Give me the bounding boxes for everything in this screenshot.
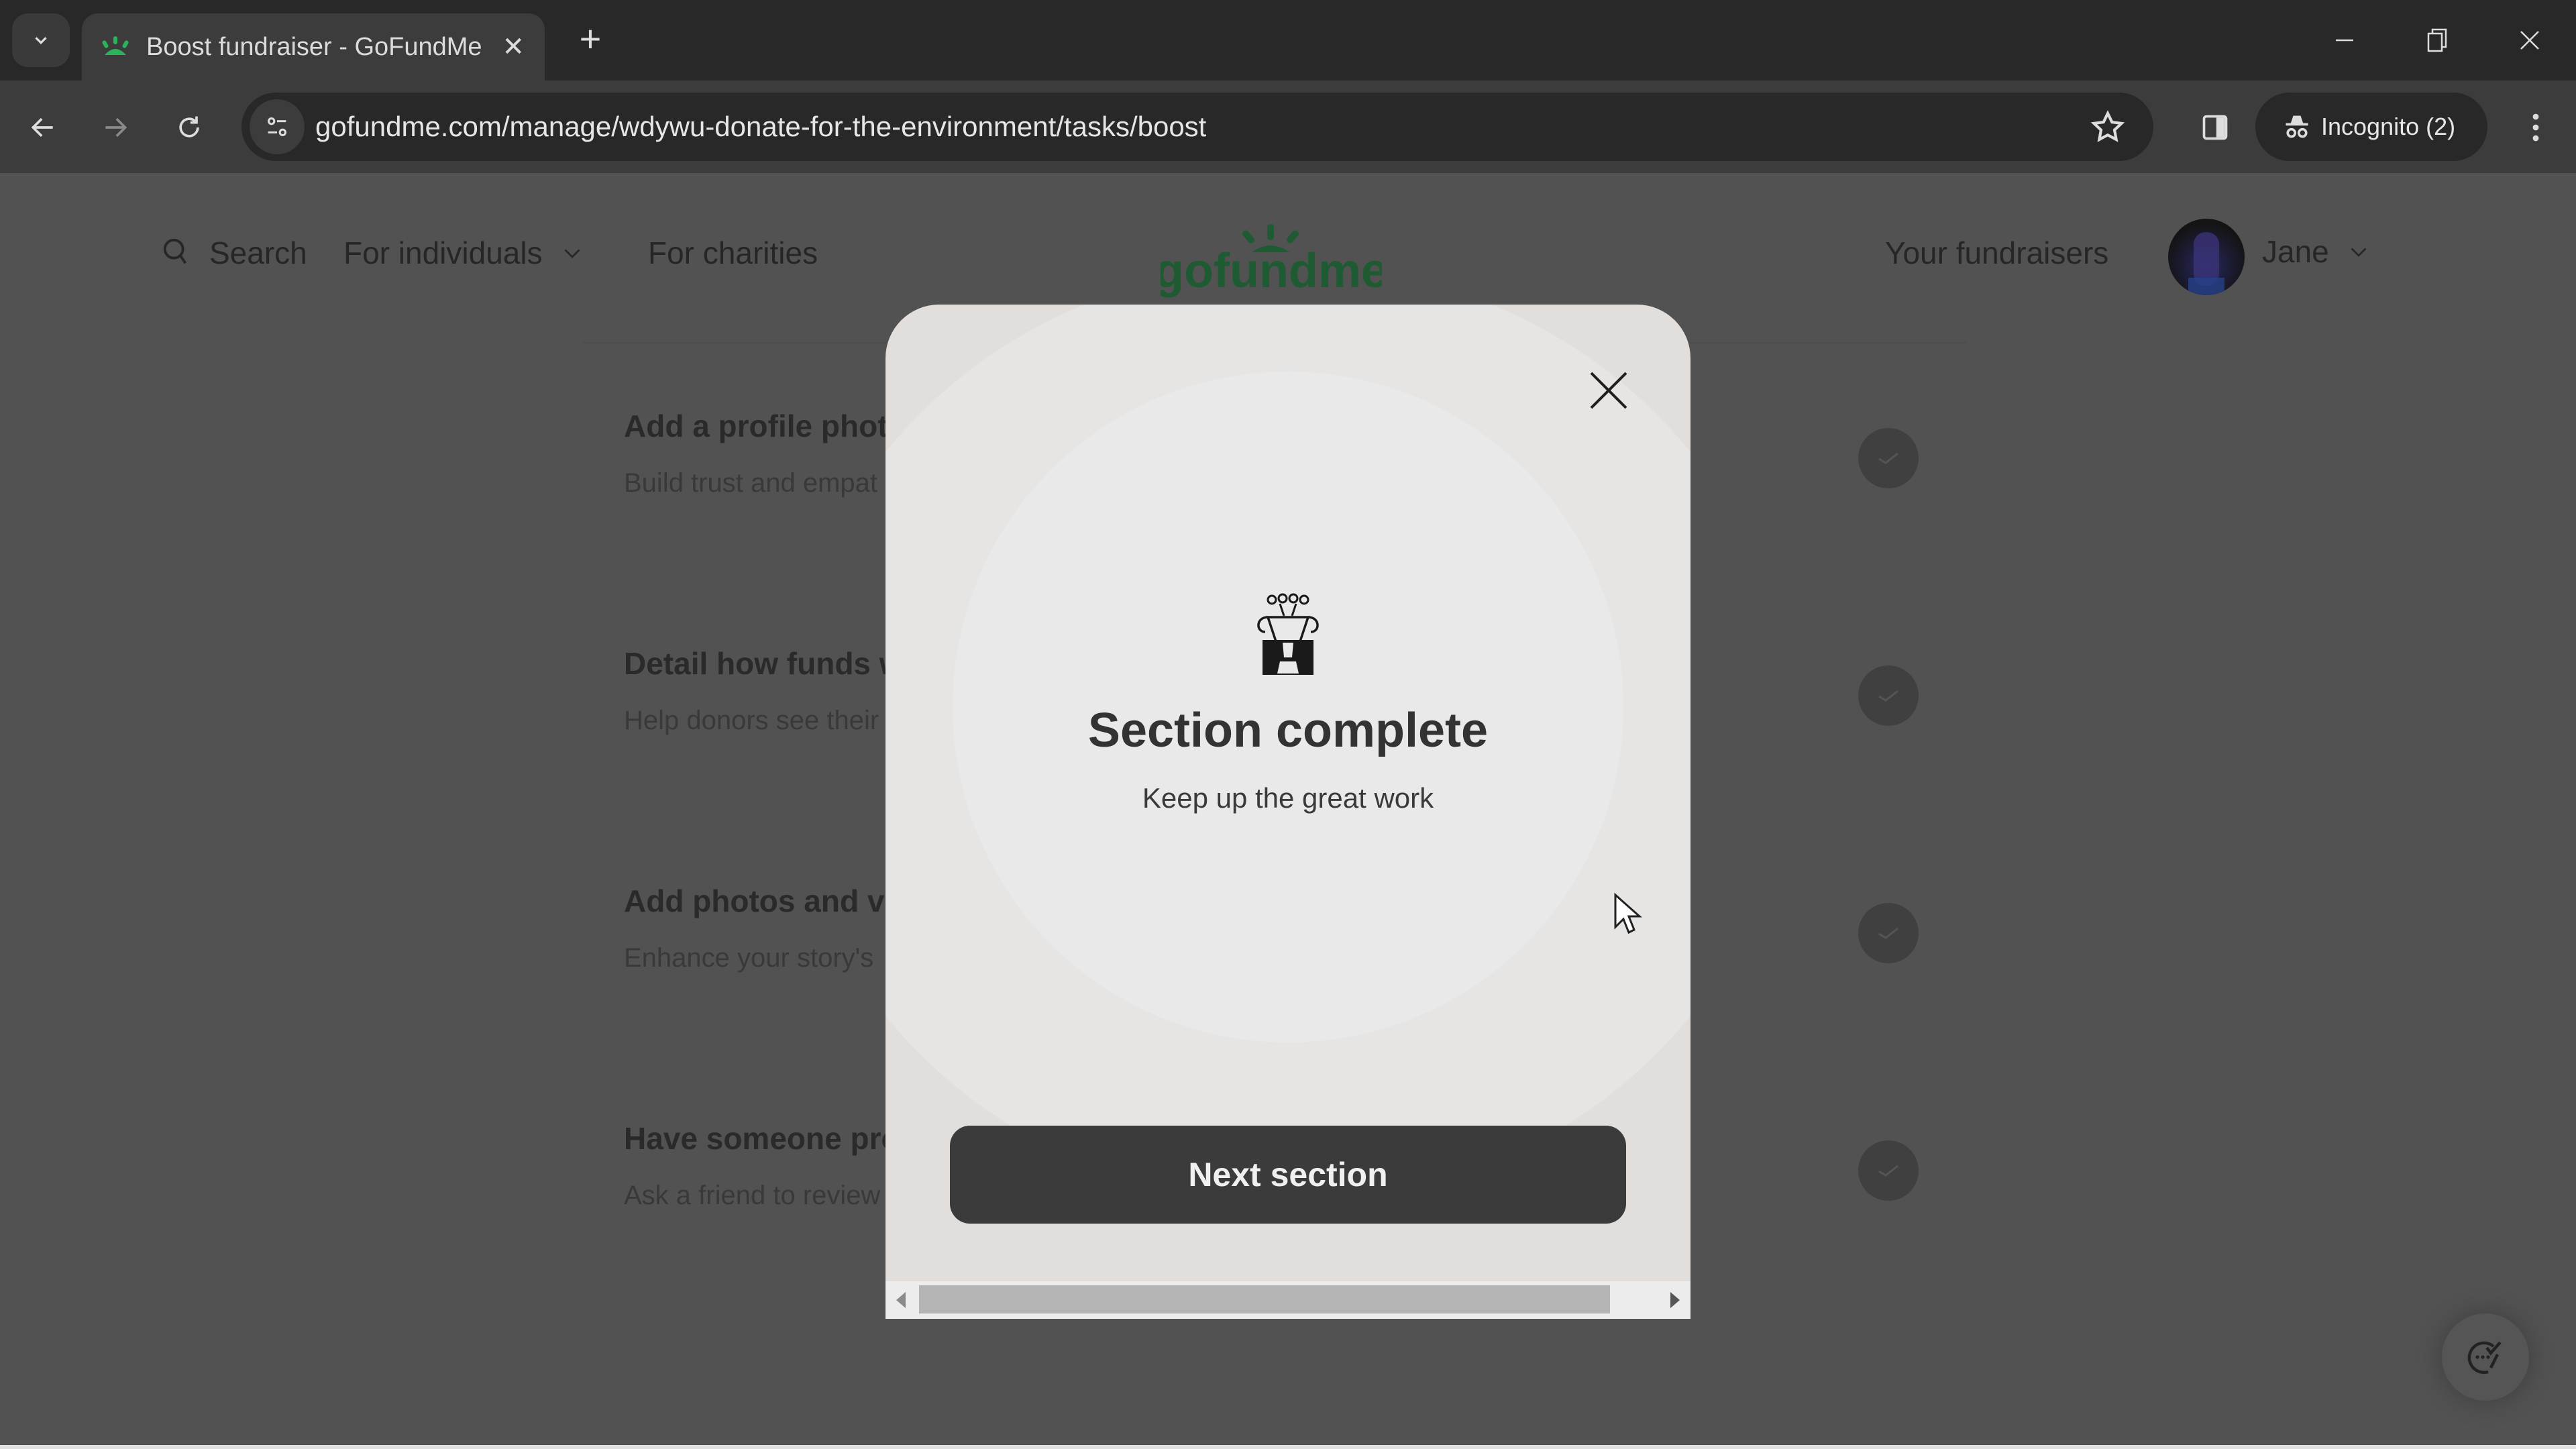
chevron-down-icon <box>564 249 580 258</box>
task-complete-check <box>1858 1140 1919 1201</box>
help-chat-button[interactable] <box>2442 1313 2529 1401</box>
next-section-button[interactable]: Next section <box>950 1126 1626 1224</box>
task-description: Help donors see their <box>624 706 879 735</box>
browser-menu-button[interactable] <box>2509 101 2563 154</box>
for-individuals-label: For individuals <box>343 235 543 270</box>
modal-close-icon[interactable] <box>1583 365 1634 416</box>
minimize-icon <box>2336 39 2353 42</box>
browser-tab-strip: Boost fundraiser - GoFundMe ✕ + <box>0 0 2576 80</box>
incognito-profile-button[interactable]: Incognito (2) <box>2255 93 2487 161</box>
side-panel-icon <box>2202 115 2228 140</box>
forward-button[interactable] <box>89 101 142 154</box>
browser-tab-active[interactable]: Boost fundraiser - GoFundMe ✕ <box>82 13 545 80</box>
for-charities-label: For charities <box>648 235 818 270</box>
incognito-icon <box>2286 115 2308 138</box>
chat-check-icon <box>2467 1341 2502 1375</box>
user-menu[interactable]: Jane <box>2262 233 2371 270</box>
task-title: Detail how funds w <box>624 646 904 681</box>
check-icon <box>1878 927 1898 939</box>
bookmark-star-icon[interactable] <box>2089 109 2127 146</box>
side-panel-button[interactable] <box>2188 101 2242 154</box>
mouse-cursor-icon <box>1614 892 1642 934</box>
task-complete-check <box>1858 903 1919 963</box>
horizontal-scrollbar[interactable] <box>885 1281 1690 1319</box>
gofundme-logo[interactable]: gofundme <box>1161 220 1382 301</box>
check-icon <box>1878 690 1898 702</box>
scrollbar-thumb[interactable] <box>919 1285 1610 1313</box>
minimize-button[interactable] <box>2308 13 2381 67</box>
your-fundraisers-label: Your fundraisers <box>1885 235 2109 270</box>
tab-close-icon[interactable]: ✕ <box>502 32 525 62</box>
search-label: Search <box>209 235 307 270</box>
window-bottom-edge <box>0 1445 2576 1449</box>
close-icon <box>2520 31 2539 50</box>
task-description: Enhance your story's <box>624 943 874 973</box>
search-icon <box>163 238 187 264</box>
search-link[interactable]: Search <box>161 235 307 271</box>
modal-title: Section complete <box>1087 704 1489 757</box>
profile-label: Incognito (2) <box>2321 113 2456 140</box>
task-complete-check <box>1858 665 1919 726</box>
arrow-right-icon <box>105 117 127 138</box>
restore-icon <box>2427 28 2447 52</box>
task-description: Build trust and empat <box>624 468 877 498</box>
reload-button[interactable] <box>162 101 216 154</box>
section-complete-modal: Section complete Keep up the great work … <box>885 305 1690 1319</box>
chevron-down-icon <box>2351 248 2367 257</box>
tab-title: Boost fundraiser - GoFundMe <box>146 32 482 61</box>
site-info-button[interactable] <box>250 99 305 154</box>
your-fundraisers-link[interactable]: Your fundraisers <box>1885 235 2108 271</box>
browser-toolbar: gofundme.com/manage/wdywu-donate-for-the… <box>0 80 2576 173</box>
for-individuals-menu[interactable]: For individuals <box>343 235 584 271</box>
address-bar[interactable]: gofundme.com/manage/wdywu-donate-for-the… <box>241 93 2153 161</box>
user-avatar[interactable] <box>2168 219 2245 295</box>
restore-button[interactable] <box>2400 13 2474 67</box>
task-title: Add photos and vi <box>624 883 894 918</box>
arrow-left-icon <box>31 117 53 138</box>
reload-icon <box>179 116 199 138</box>
kebab-menu-icon <box>2532 113 2539 142</box>
url-text[interactable]: gofundme.com/manage/wdywu-donate-for-the… <box>315 93 1206 161</box>
trophy-vase-icon <box>1257 593 1319 675</box>
modal-subtitle: Keep up the great work <box>1142 782 1434 814</box>
for-charities-link[interactable]: For charities <box>648 235 818 271</box>
task-title: Add a profile phot <box>624 409 888 443</box>
new-tab-button[interactable]: + <box>570 19 610 59</box>
task-complete-check <box>1858 428 1919 488</box>
task-description: Ask a friend to review <box>624 1181 881 1210</box>
logo-text: gofundme <box>1161 244 1382 298</box>
scroll-left-arrow-icon[interactable] <box>896 1292 906 1308</box>
check-icon <box>1878 1165 1898 1177</box>
scroll-right-arrow-icon[interactable] <box>1670 1292 1680 1308</box>
tab-search-button[interactable] <box>12 13 70 67</box>
task-title: Have someone pro <box>624 1121 900 1156</box>
check-icon <box>1878 452 1898 464</box>
tune-icon <box>268 117 286 136</box>
window-close-button[interactable] <box>2493 13 2567 67</box>
back-button[interactable] <box>16 101 70 154</box>
user-name: Jane <box>2262 234 2329 269</box>
gofundme-favicon-icon <box>102 36 129 55</box>
avatar-figure-base <box>2188 278 2224 295</box>
chevron-down-icon <box>35 37 47 45</box>
